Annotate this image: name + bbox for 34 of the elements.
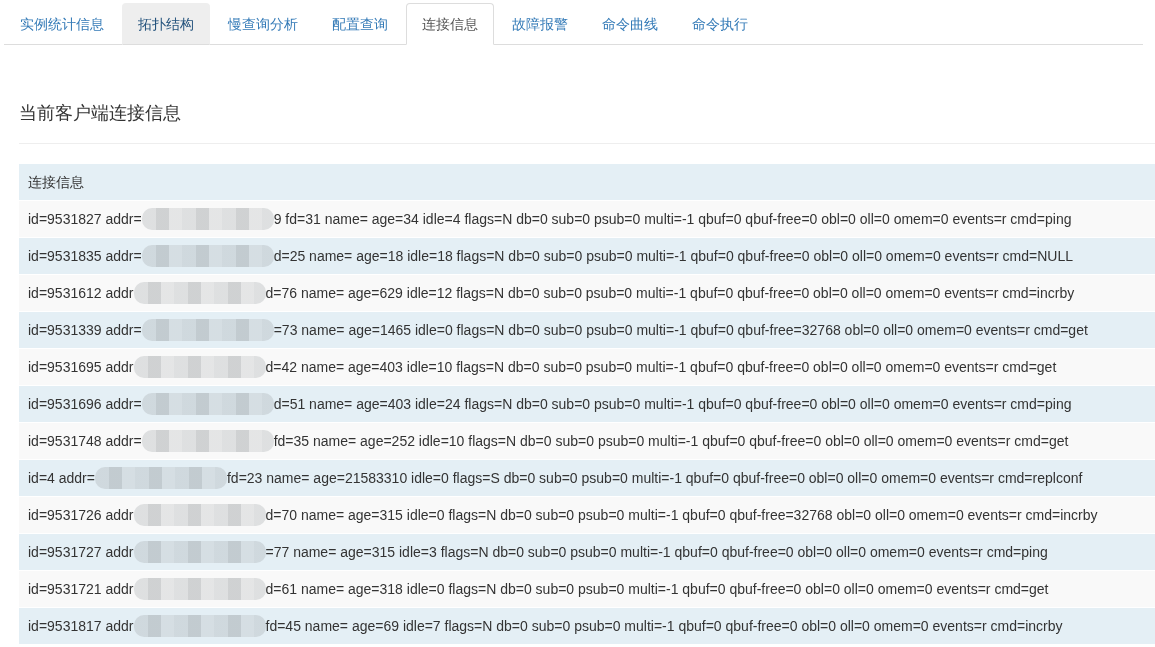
connection-text: d=42 name= age=403 idle=10 flags=N db=0 sub=0 psub=0 multi=-1 qbuf=0 qbuf-free=0 obl=0 oll=0 omem=0 events=r cmd=get	[265, 358, 1057, 377]
connection-text: fd=23 name= age=21583310 idle=0 flags=S db=0 sub=0 psub=0 multi=-1 qbuf=0 qbuf-free=0 obl=0 oll=0 omem=0 events=r cmd=replconf	[226, 469, 1083, 488]
connection-text: id=9531695 addr	[28, 358, 134, 377]
connection-text: d=61 name= age=318 idle=0 flags=N db=0 sub=0 psub=0 multi=-1 qbuf=0 qbuf-free=0 obl=0 oll=0 omem=0 events=r cmd=get	[265, 580, 1049, 599]
connection-text: id=4 addr=	[28, 469, 95, 488]
tab[interactable]: 故障报警	[496, 3, 584, 45]
connection-text: id=9531817 addr	[28, 617, 134, 636]
connection-text: fd=45 name= age=69 idle=7 flags=N db=0 sub=0 psub=0 multi=-1 qbuf=0 qbuf-free=0 obl=0 oll=0 omem=0 events=r cmd=incrby	[265, 617, 1063, 636]
connection-text: id=9531721 addr	[28, 580, 134, 599]
connection-text: d=76 name= age=629 idle=12 flags=N db=0 sub=0 psub=0 multi=-1 qbuf=0 qbuf-free=0 obl=0 oll=0 omem=0 events=r cmd=incrby	[265, 284, 1075, 303]
connection-text: id=9531612 addr	[28, 284, 134, 303]
connection-text: 9 fd=31 name= age=34 idle=4 flags=N db=0 sub=0 psub=0 multi=-1 qbuf=0 qbuf-free=0 obl=0 oll=0 omem=0 events=r cmd=ping	[273, 210, 1072, 229]
tab[interactable]: 命令曲线	[586, 3, 674, 45]
tab[interactable]: 配置查询	[316, 3, 404, 45]
connection-text: id=9531696 addr=	[28, 395, 142, 414]
section-heading: 当前客户端连接信息	[19, 103, 1155, 144]
connection-text: id=9531835 addr=	[28, 247, 142, 266]
tab[interactable]: 慢查询分析	[212, 3, 314, 45]
connection-text: id=9531827 addr=	[28, 210, 142, 229]
connection-text: =77 name= age=315 idle=3 flags=N db=0 sub=0 psub=0 multi=-1 qbuf=0 qbuf-free=0 obl=0 oll=0 omem=0 events=r cmd=ping	[265, 543, 1048, 562]
connection-text: id=9531727 addr	[28, 543, 134, 562]
connection-text: d=70 name= age=315 idle=0 flags=N db=0 sub=0 psub=0 multi=-1 qbuf=0 qbuf-free=32768 obl=0 oll=0 omem=0 events=r cmd=incrby	[265, 506, 1098, 525]
connection-text: d=51 name= age=403 idle=24 flags=N db=0 sub=0 psub=0 multi=-1 qbuf=0 qbuf-free=0 obl=0 oll=0 omem=0 events=r cmd=ping	[273, 395, 1072, 414]
connection-text: id=9531726 addr	[28, 506, 134, 525]
tab[interactable]: 拓扑结构	[122, 3, 210, 45]
tab[interactable]: 实例统计信息	[4, 3, 120, 45]
connection-text: id=9531748 addr=	[28, 432, 142, 451]
connection-text: fd=35 name= age=252 idle=10 flags=N db=0 sub=0 psub=0 multi=-1 qbuf=0 qbuf-free=0 obl=0 oll=0 omem=0 events=r cmd=get	[273, 432, 1069, 451]
connection-text: d=25 name= age=18 idle=18 flags=N db=0 sub=0 psub=0 multi=-1 qbuf=0 qbuf-free=0 obl=0 oll=0 omem=0 events=r cmd=NULL	[273, 247, 1073, 266]
connection-text: =73 name= age=1465 idle=0 flags=N db=0 sub=0 psub=0 multi=-1 qbuf=0 qbuf-free=32768 obl=0 oll=0 omem=0 events=r cmd=get	[273, 321, 1088, 340]
tab[interactable]: 连接信息	[406, 3, 494, 45]
column-header: 连接信息	[19, 164, 1155, 200]
connection-text: id=9531339 addr=	[28, 321, 142, 340]
tab[interactable]: 命令执行	[676, 3, 764, 45]
